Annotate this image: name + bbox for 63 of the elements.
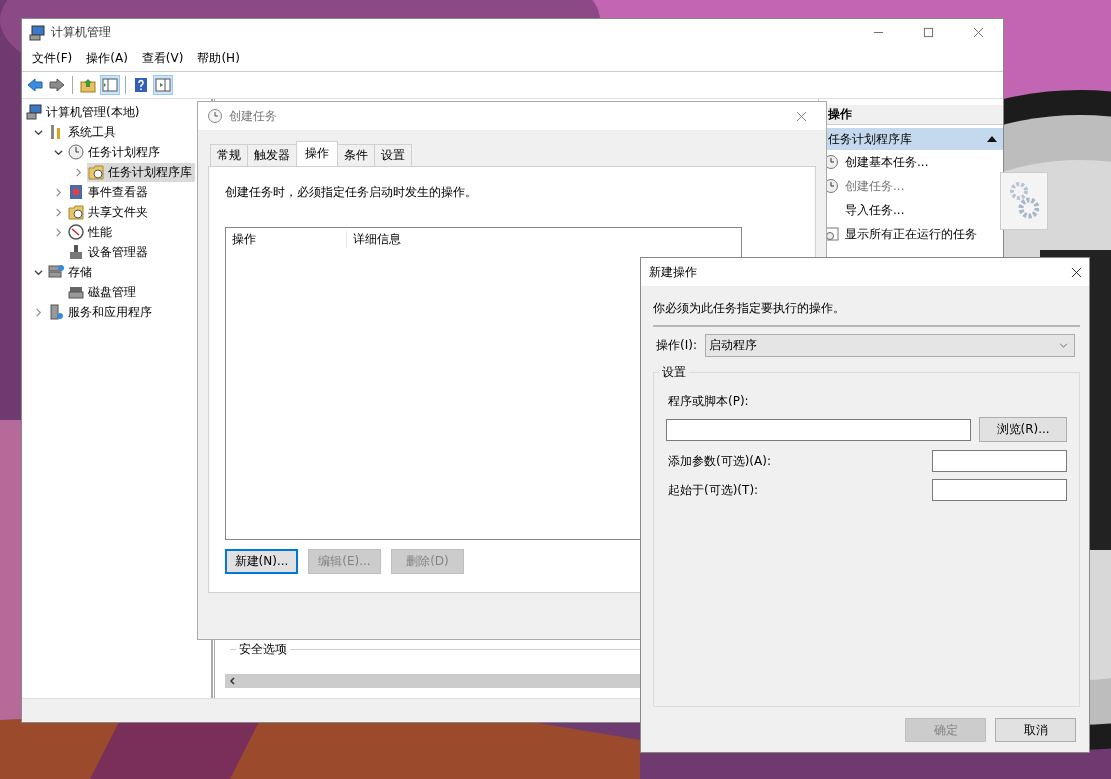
tree-item[interactable]: 性能: [67, 222, 115, 242]
input-field[interactable]: [666, 418, 972, 441]
tree-item[interactable]: 任务计划程序: [67, 142, 163, 162]
back-button[interactable]: [25, 75, 45, 95]
dialog-title: 新建操作: [649, 263, 697, 281]
tab[interactable]: 操作: [296, 141, 338, 166]
column-header[interactable]: 操作: [226, 230, 347, 248]
tree-item[interactable]: 共享文件夹: [67, 202, 151, 222]
folder-icon: [88, 164, 104, 180]
action-dropdown[interactable]: 启动程序: [704, 334, 1075, 357]
menu-item[interactable]: 操作(A): [79, 48, 135, 69]
menu-item[interactable]: 帮助(H): [190, 48, 247, 69]
tree-item[interactable]: 系统工具: [47, 122, 119, 142]
dialog-title: 创建任务: [229, 107, 277, 125]
menu-item[interactable]: 文件(F): [25, 48, 80, 69]
tab[interactable]: 常规: [210, 144, 248, 166]
caret-icon[interactable]: [987, 136, 997, 142]
gauge-icon: [68, 224, 84, 240]
storage-icon: [48, 264, 64, 280]
scroll-left-icon[interactable]: [229, 677, 237, 685]
new-button[interactable]: 新建(N)...: [225, 549, 298, 574]
tab[interactable]: 设置: [374, 144, 412, 166]
tree-item[interactable]: 事件查看器: [67, 182, 151, 202]
chevron-icon[interactable]: [33, 267, 43, 277]
column-header[interactable]: 详细信息: [347, 230, 401, 248]
chevron-icon[interactable]: [53, 147, 63, 157]
instruction-text: 创建任务时，必须指定任务启动时发生的操作。: [225, 184, 478, 201]
tree-button[interactable]: [100, 75, 120, 95]
tree-item[interactable]: 设备管理器: [67, 242, 151, 262]
group-title: 设置: [659, 364, 689, 381]
chevron-icon[interactable]: [33, 127, 43, 137]
instruction-text: 你必须为此任务指定要执行的操作。: [653, 300, 846, 316]
computer-icon: [26, 104, 42, 120]
tree-item[interactable]: 磁盘管理: [67, 282, 139, 302]
window-title: 计算机管理: [51, 24, 111, 41]
maximize-icon[interactable]: [923, 27, 934, 38]
tree-item[interactable]: 任务计划程序库: [87, 162, 195, 182]
input-field[interactable]: [932, 479, 1067, 501]
field-label: 操作(I):: [655, 337, 697, 354]
field-label: 添加参数(可选)(A):: [667, 452, 771, 470]
book-icon: [68, 184, 84, 200]
chevron-icon: [1059, 343, 1068, 348]
field-label: 起始于(可选)(T):: [667, 481, 759, 499]
gear-icon: [1009, 181, 1039, 221]
forward-button[interactable]: [47, 75, 67, 95]
disk-icon: [68, 284, 84, 300]
clock-icon: [68, 144, 84, 160]
group-title: 安全选项: [236, 641, 290, 658]
close-icon[interactable]: [1071, 266, 1082, 278]
input-field[interactable]: [932, 450, 1067, 472]
pane-button[interactable]: [153, 75, 173, 95]
server-icon: [48, 304, 64, 320]
tree-item[interactable]: 计算机管理(本地): [25, 102, 143, 122]
clock-icon: [207, 108, 223, 124]
tree-item[interactable]: 存储: [47, 262, 95, 282]
computer-icon: [29, 24, 45, 41]
folder-icon: [68, 204, 84, 220]
menu-item[interactable]: 查看(V): [134, 48, 191, 69]
cancel-button[interactable]: 取消: [995, 718, 1076, 742]
browse-button[interactable]: 浏览(R)...: [979, 417, 1067, 442]
field-label: 程序或脚本(P):: [667, 393, 750, 410]
device-icon: [68, 244, 84, 260]
tree-item[interactable]: 服务和应用程序: [47, 302, 155, 322]
